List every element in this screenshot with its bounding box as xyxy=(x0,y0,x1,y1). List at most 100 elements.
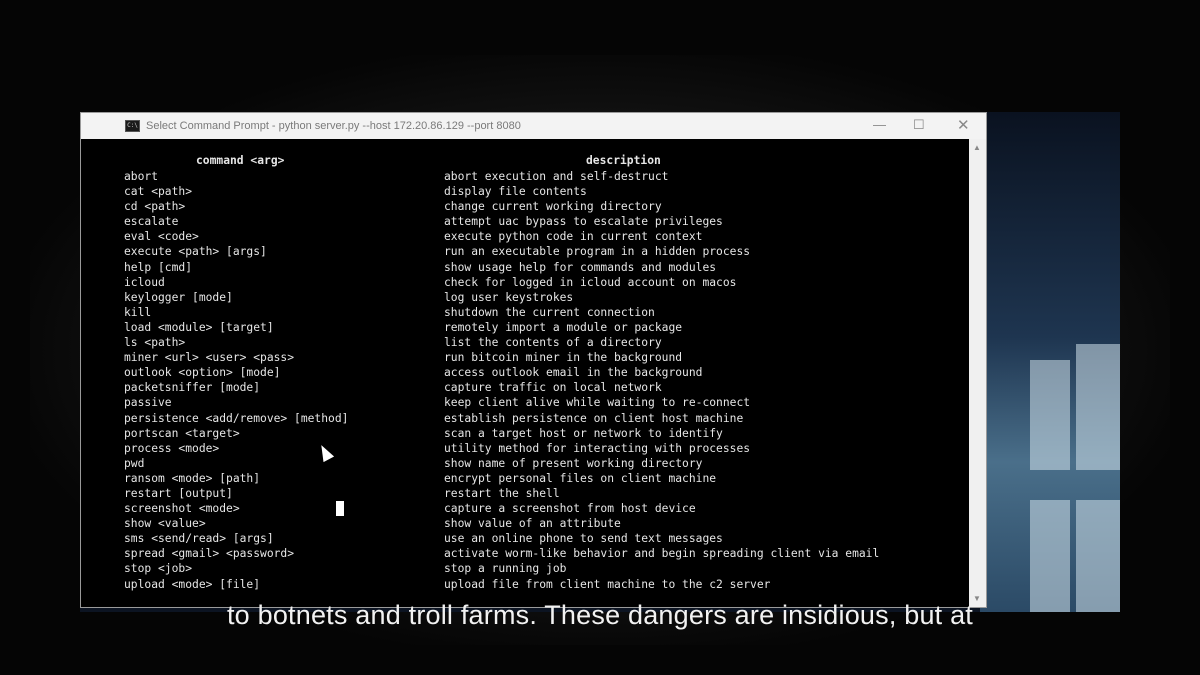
command-name: packetsniffer [mode] xyxy=(124,381,261,395)
command-name: ls <path> xyxy=(124,336,186,350)
subtitle-caption: to botnets and troll farms. These danger… xyxy=(226,600,974,630)
command-name: keylogger [mode] xyxy=(124,290,233,304)
command-description: log user keystrokes xyxy=(444,290,574,304)
command-description: list the contents of a directory xyxy=(444,336,662,350)
command-name: sms <send/read> [args] xyxy=(124,532,274,546)
command-description: capture a screenshot from host device xyxy=(444,502,696,516)
command-name: persistence <add/remove> [method] xyxy=(124,411,349,425)
desktop-wallpaper xyxy=(980,112,1120,612)
console-output[interactable]: command <arg> description abort abort exe… xyxy=(81,139,969,607)
command-row: ls <path> list the contents of a director… xyxy=(124,335,964,350)
command-row: abort abort execution and self-destruct xyxy=(124,169,964,184)
scroll-up-icon[interactable]: ▲ xyxy=(973,143,981,152)
command-row: eval <code> execute python code in curren… xyxy=(124,229,964,244)
scroll-thumb[interactable] xyxy=(972,157,983,587)
command-description: restart the shell xyxy=(444,486,560,500)
command-row: show <value> show value of an attribute xyxy=(124,516,964,531)
command-name: show <value> xyxy=(124,517,206,531)
command-description: scan a target host or network to identif… xyxy=(444,426,723,440)
command-row: execute <path> [args] run an executable p… xyxy=(124,244,964,259)
command-list: abort abort execution and self-destruct ca… xyxy=(124,169,964,592)
command-row: load <module> [target] remotely import a … xyxy=(124,320,964,335)
command-row: outlook <option> [mode] access outlook em… xyxy=(124,365,964,380)
command-description: run bitcoin miner in the background xyxy=(444,351,683,365)
command-row: sms <send/read> [args] use an online phon… xyxy=(124,531,964,546)
command-description: show name of present working directory xyxy=(444,456,703,470)
command-description: run an executable program in a hidden pr… xyxy=(444,245,751,259)
command-row: spread <gmail> <password> activate worm-l… xyxy=(124,546,964,561)
maximize-button[interactable]: ☐ xyxy=(913,117,925,133)
command-name: load <module> [target] xyxy=(124,320,274,334)
command-row: kill shutdown the current connection xyxy=(124,305,964,320)
command-row: ransom <mode> [path] encrypt personal fil… xyxy=(124,471,964,486)
window-titlebar[interactable]: C:\ Select Command Prompt - python serve… xyxy=(81,113,986,139)
command-row: icloud check for logged in icloud account… xyxy=(124,275,964,290)
command-description: capture traffic on local network xyxy=(444,381,662,395)
command-description: abort execution and self-destruct xyxy=(444,170,669,183)
command-row: cat <path> display file contents xyxy=(124,184,964,199)
minimize-button[interactable]: — xyxy=(873,117,886,132)
command-row: cd <path> change current working director… xyxy=(124,199,964,214)
command-description: remotely import a module or package xyxy=(444,320,683,334)
command-name: portscan <target> xyxy=(124,426,240,440)
close-button[interactable]: ✕ xyxy=(957,116,970,134)
command-name: process <mode> xyxy=(124,441,220,455)
command-row: screenshot <mode> capture a screenshot fr… xyxy=(124,501,964,516)
text-cursor xyxy=(336,501,344,516)
command-description: stop a running job xyxy=(444,562,567,576)
command-description: use an online phone to send text message… xyxy=(444,532,723,546)
command-row: portscan <target> scan a target host or n… xyxy=(124,426,964,441)
command-name: help [cmd] xyxy=(124,260,193,274)
command-row: miner <url> <user> <pass> run bitcoin min… xyxy=(124,350,964,365)
command-row: help [cmd] show usage help for commands a… xyxy=(124,260,964,275)
command-description: activate worm-like behavior and begin sp… xyxy=(444,547,880,561)
command-name: passive xyxy=(124,396,172,410)
window-title: Select Command Prompt - python server.py… xyxy=(146,120,521,132)
console-icon: C:\ xyxy=(125,120,140,132)
wallpaper-pane xyxy=(1030,360,1070,470)
command-description: keep client alive while waiting to re-co… xyxy=(444,396,751,410)
command-description: shutdown the current connection xyxy=(444,305,655,319)
command-name: ransom <mode> [path] xyxy=(124,471,261,485)
command-row: restart [output] restart the shell xyxy=(124,486,964,501)
command-name: kill xyxy=(124,305,152,319)
command-name: abort xyxy=(124,170,159,183)
vertical-scrollbar[interactable]: ▲ ▼ xyxy=(969,139,986,607)
command-name: spread <gmail> <password> xyxy=(124,547,295,561)
command-name: pwd xyxy=(124,456,145,470)
command-name: icloud xyxy=(124,275,165,289)
description-column-header: description xyxy=(586,154,661,167)
command-row: upload <mode> [file] upload file from cli… xyxy=(124,577,964,592)
wallpaper-pane xyxy=(1030,500,1070,612)
command-name: cat <path> xyxy=(124,185,193,199)
command-name: upload <mode> [file] xyxy=(124,577,261,591)
command-name: miner <url> <user> <pass> xyxy=(124,351,295,365)
command-name: escalate xyxy=(124,215,179,229)
command-name: execute <path> [args] xyxy=(124,245,267,259)
command-row: passive keep client alive while waiting t… xyxy=(124,395,964,410)
command-description: access outlook email in the background xyxy=(444,366,703,380)
command-row: stop <job> stop a running job xyxy=(124,561,964,576)
command-description: show value of an attribute xyxy=(444,517,621,531)
command-name: outlook <option> [mode] xyxy=(124,366,281,380)
command-name: eval <code> xyxy=(124,230,199,244)
command-column-header: command <arg> xyxy=(196,154,285,167)
command-row: pwd show name of present working director… xyxy=(124,456,964,471)
command-description: display file contents xyxy=(444,185,587,199)
command-name: stop <job> xyxy=(124,562,193,576)
command-name: restart [output] xyxy=(124,486,233,500)
command-name: screenshot <mode> xyxy=(124,502,240,516)
command-row: packetsniffer [mode] capture traffic on l… xyxy=(124,380,964,395)
command-name: cd <path> xyxy=(124,200,186,214)
command-prompt-window[interactable]: C:\ Select Command Prompt - python serve… xyxy=(80,112,987,608)
command-description: execute python code in current context xyxy=(444,230,703,244)
command-description: check for logged in icloud account on ma… xyxy=(444,275,737,289)
command-row: persistence <add/remove> [method] establi… xyxy=(124,411,964,426)
command-row: escalate attempt uac bypass to escalate p… xyxy=(124,214,964,229)
command-description: utility method for interacting with proc… xyxy=(444,441,751,455)
command-description: show usage help for commands and modules xyxy=(444,260,717,274)
desktop-screen: C:\ Select Command Prompt - python serve… xyxy=(80,112,1120,612)
wallpaper-pane xyxy=(1076,344,1120,470)
command-description: attempt uac bypass to escalate privilege… xyxy=(444,215,723,229)
command-description: upload file from client machine to the c… xyxy=(444,577,771,591)
